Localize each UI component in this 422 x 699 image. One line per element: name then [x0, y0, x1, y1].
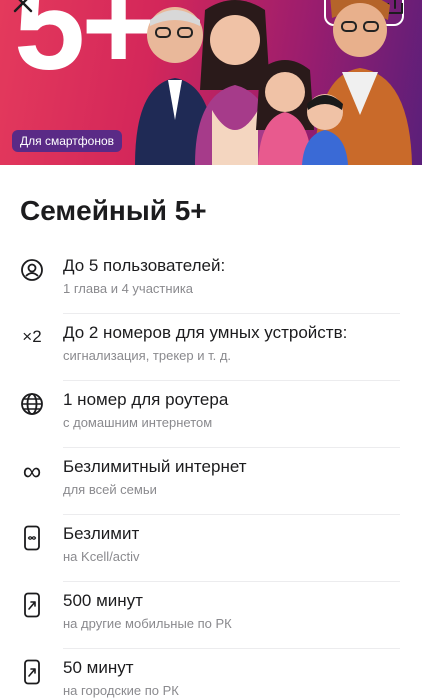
feature-subtitle: на Kcell/activ	[63, 549, 140, 564]
phone-outgoing-icon	[19, 659, 45, 685]
feature-list: До 5 пользователей: 1 глава и 4 участник…	[0, 247, 422, 699]
infinity-icon: ∞	[22, 455, 42, 486]
feature-item: 1 номер для роутера с домашним интернето…	[0, 381, 422, 448]
feature-subtitle: для всей семьи	[63, 482, 157, 497]
feature-title: Безлимит	[63, 524, 140, 543]
feature-subtitle: с домашним интернетом	[63, 415, 213, 430]
feature-title: До 2 номеров для умных устройств:	[63, 323, 348, 342]
promo-banner: 5+ Для смартфонов	[0, 0, 422, 165]
feature-subtitle: на городские по РК	[63, 683, 179, 698]
feature-title: Безлимитный интернет	[63, 457, 247, 476]
feature-title: До 5 пользователей:	[63, 256, 226, 275]
tariff-title: Семейный 5+	[20, 195, 207, 226]
feature-item: 50 минут на городские по РК	[0, 649, 422, 699]
users-circle-icon	[19, 257, 45, 283]
feature-item: ∞ Безлимитный интернет для всей семьи	[0, 448, 422, 515]
feature-title: 500 минут	[63, 591, 143, 610]
feature-subtitle: 1 глава и 4 участника	[63, 281, 194, 296]
x2-icon: ×2	[22, 327, 42, 346]
tariff-card: Семейный 5+ До 5 пользователей: 1 глава …	[0, 165, 422, 699]
phone-outgoing-icon	[19, 592, 45, 618]
feature-item: ×2 До 2 номеров для умных устройств: сиг…	[0, 314, 422, 381]
smartphone-badge: Для смартфонов	[12, 130, 123, 152]
feature-subtitle: сигнализация, трекер и т. д.	[63, 348, 232, 363]
close-icon	[13, 0, 33, 13]
phone-infinity-icon	[19, 525, 45, 551]
globe-icon	[19, 391, 45, 417]
feature-item: 500 минут на другие мобильные по РК	[0, 582, 422, 649]
feature-subtitle: на другие мобильные по РК	[63, 616, 232, 631]
feature-item: До 5 пользователей: 1 глава и 4 участник…	[0, 247, 422, 314]
close-button[interactable]	[12, 0, 38, 18]
feature-item: Безлимит на Kcell/activ	[0, 515, 422, 582]
feature-title: 1 номер для роутера	[63, 390, 229, 409]
family-illustration	[135, 0, 412, 165]
feature-title: 50 минут	[63, 658, 134, 677]
